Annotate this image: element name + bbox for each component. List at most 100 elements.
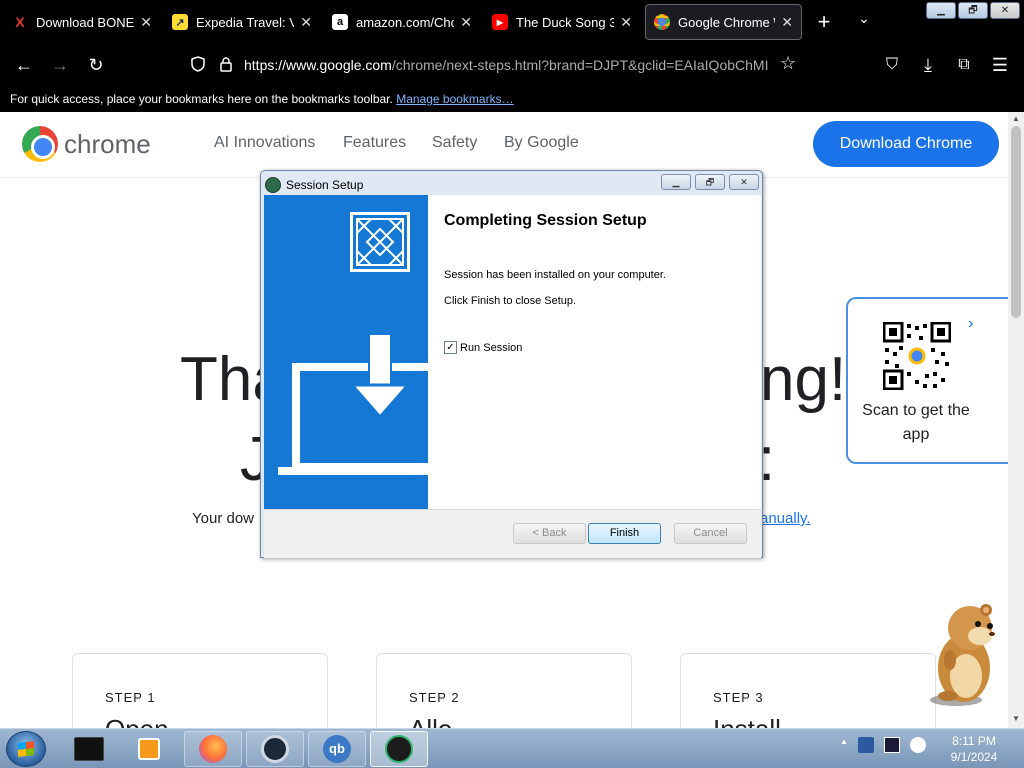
chevron-right-icon[interactable]: › — [968, 315, 973, 333]
chrome-logo[interactable]: chrome — [22, 126, 151, 162]
qr-code-icon — [883, 322, 951, 390]
nav-ai-innovations[interactable]: AI Innovations — [214, 134, 315, 152]
shield-icon[interactable] — [190, 56, 206, 72]
tab-bar: X Download BONELA ✕ ↗ Expedia Travel: Va… — [0, 0, 1024, 44]
hamster-pet-icon[interactable] — [920, 600, 1006, 712]
system-tray: ▲ — [840, 737, 926, 753]
tray-expand-icon[interactable]: ▲ — [840, 737, 848, 753]
start-button[interactable] — [6, 731, 46, 767]
scroll-up-icon[interactable]: ▲ — [1011, 114, 1021, 123]
dialog-minimize-button[interactable]: ▁ — [661, 174, 691, 190]
checkbox-check-icon[interactable]: ✓ — [444, 341, 457, 354]
page-scrollbar[interactable]: ▲ ▼ — [1008, 112, 1024, 728]
close-tab-icon[interactable]: ✕ — [620, 14, 632, 31]
steam-icon — [261, 735, 289, 763]
run-session-checkbox[interactable]: ✓ Run Session — [444, 341, 522, 354]
installed-message: Session has been installed on your compu… — [444, 269, 666, 281]
dialog-close-button[interactable]: ✕ — [729, 174, 759, 190]
expedia-icon: ↗ — [172, 14, 188, 30]
taskbar-clock[interactable]: 8:11 PM 9/1/2024 — [930, 733, 1018, 765]
clock-time: 8:11 PM — [952, 734, 996, 748]
taskbar-media-player[interactable] — [120, 731, 178, 767]
finish-button[interactable]: Finish — [588, 523, 661, 544]
scroll-down-icon[interactable]: ▼ — [1011, 714, 1021, 723]
close-tab-icon[interactable]: ✕ — [781, 14, 793, 31]
network-icon[interactable] — [884, 737, 900, 753]
taskbar-steam[interactable] — [246, 731, 304, 767]
step-card-1: STEP 1 Open — [72, 653, 328, 728]
url-text[interactable]: https://www.google.com/chrome/next-steps… — [244, 57, 774, 73]
media-player-icon — [138, 738, 160, 760]
taskbar-firefox[interactable] — [184, 731, 242, 767]
dialog-side-panel — [264, 195, 428, 509]
scrollbar-thumb[interactable] — [1011, 126, 1021, 318]
menu-icon[interactable]: ☰ — [986, 52, 1014, 78]
chrome-icon — [654, 14, 670, 30]
download-icon[interactable]: ⤓ — [914, 52, 942, 78]
finish-instruction: Click Finish to close Setup. — [444, 295, 577, 307]
tab-title: Expedia Travel: Vaca — [196, 14, 295, 30]
tab-list-button[interactable]: ⌄ — [852, 10, 876, 34]
nav-by-google[interactable]: By Google — [504, 134, 579, 152]
url-host: https://www.google.com — [244, 57, 392, 73]
download-chrome-button[interactable]: Download Chrome — [813, 121, 999, 167]
lock-icon[interactable] — [218, 56, 234, 72]
checkbox-label: Run Session — [460, 341, 523, 354]
new-tab-button[interactable]: + — [812, 8, 836, 36]
tab-youtube[interactable]: ▶ The Duck Song 3 - ✕ — [484, 4, 640, 40]
bookmarks-bar: For quick access, place your bookmarks h… — [0, 86, 1024, 112]
back-button[interactable]: ← — [10, 52, 38, 78]
step-card-3: STEP 3 Install — [680, 653, 936, 728]
chrome-logo-icon — [22, 126, 58, 162]
cancel-button[interactable]: Cancel — [674, 523, 747, 544]
tab-title: Google Chrome We — [678, 14, 775, 30]
manage-bookmarks-link[interactable]: Manage bookmarks… — [396, 92, 513, 106]
site-header: chrome AI Innovations Features Safety By… — [0, 112, 1008, 178]
taskbar-terminal[interactable] — [60, 731, 118, 767]
session-icon — [385, 735, 413, 763]
tray-app-icon[interactable] — [858, 737, 874, 753]
x-red-icon: X — [15, 14, 25, 30]
download-status-text: Your dow — [192, 510, 254, 527]
hero-heading-right: ng! — [760, 345, 847, 414]
reload-button[interactable]: ↻ — [82, 52, 110, 78]
pocket-icon[interactable]: ⛉ — [878, 52, 906, 78]
qr-caption: Scan to get the app — [862, 402, 970, 443]
nav-safety[interactable]: Safety — [432, 134, 477, 152]
maximize-button[interactable]: 🗗 — [958, 2, 988, 19]
nav-features[interactable]: Features — [343, 134, 406, 152]
step-title: Allo — [409, 714, 452, 728]
tab-bonelab[interactable]: X Download BONELA ✕ — [4, 4, 160, 40]
url-path: /chrome/next-steps.html?brand=DJPT&gclid… — [391, 57, 769, 73]
forward-button[interactable]: → — [46, 52, 74, 78]
tab-expedia[interactable]: ↗ Expedia Travel: Vaca ✕ — [164, 4, 320, 40]
close-tab-icon[interactable]: ✕ — [300, 14, 312, 31]
volume-icon[interactable] — [910, 737, 926, 753]
step-label: STEP 3 — [713, 690, 764, 705]
minimize-button[interactable]: ▁ — [926, 2, 956, 19]
bookmarks-hint: For quick access, place your bookmarks h… — [10, 92, 393, 106]
dialog-footer: < Back Finish Cancel — [264, 509, 761, 558]
close-tab-icon[interactable]: ✕ — [140, 14, 152, 31]
tab-title: Download BONELA — [36, 14, 135, 30]
qr-card[interactable]: › Scan to get the app — [846, 297, 1008, 464]
tab-amazon[interactable]: a amazon.com/Choc ✕ — [324, 4, 480, 40]
close-window-button[interactable]: ✕ — [990, 2, 1020, 19]
clock-date: 9/1/2024 — [950, 750, 998, 764]
taskbar-session[interactable] — [370, 731, 428, 767]
amazon-icon: a — [332, 14, 348, 30]
address-bar[interactable]: https://www.google.com/chrome/next-steps… — [184, 50, 812, 80]
bookmark-star-icon[interactable]: ☆ — [780, 53, 796, 74]
firefox-icon — [199, 735, 227, 763]
step-label: STEP 1 — [105, 690, 156, 705]
close-tab-icon[interactable]: ✕ — [460, 14, 472, 31]
back-button[interactable]: < Back — [513, 523, 586, 544]
step-title: Install — [713, 714, 781, 728]
dialog-maximize-button[interactable]: 🗗 — [695, 174, 725, 190]
terminal-icon — [74, 737, 104, 761]
download-manually-link[interactable]: anually. — [760, 510, 811, 527]
extensions-icon[interactable]: ⧉ — [950, 52, 978, 78]
taskbar-qbittorrent[interactable]: qb — [308, 731, 366, 767]
laptop-download-icon — [278, 335, 428, 475]
tab-chrome[interactable]: Google Chrome We ✕ — [645, 4, 802, 40]
